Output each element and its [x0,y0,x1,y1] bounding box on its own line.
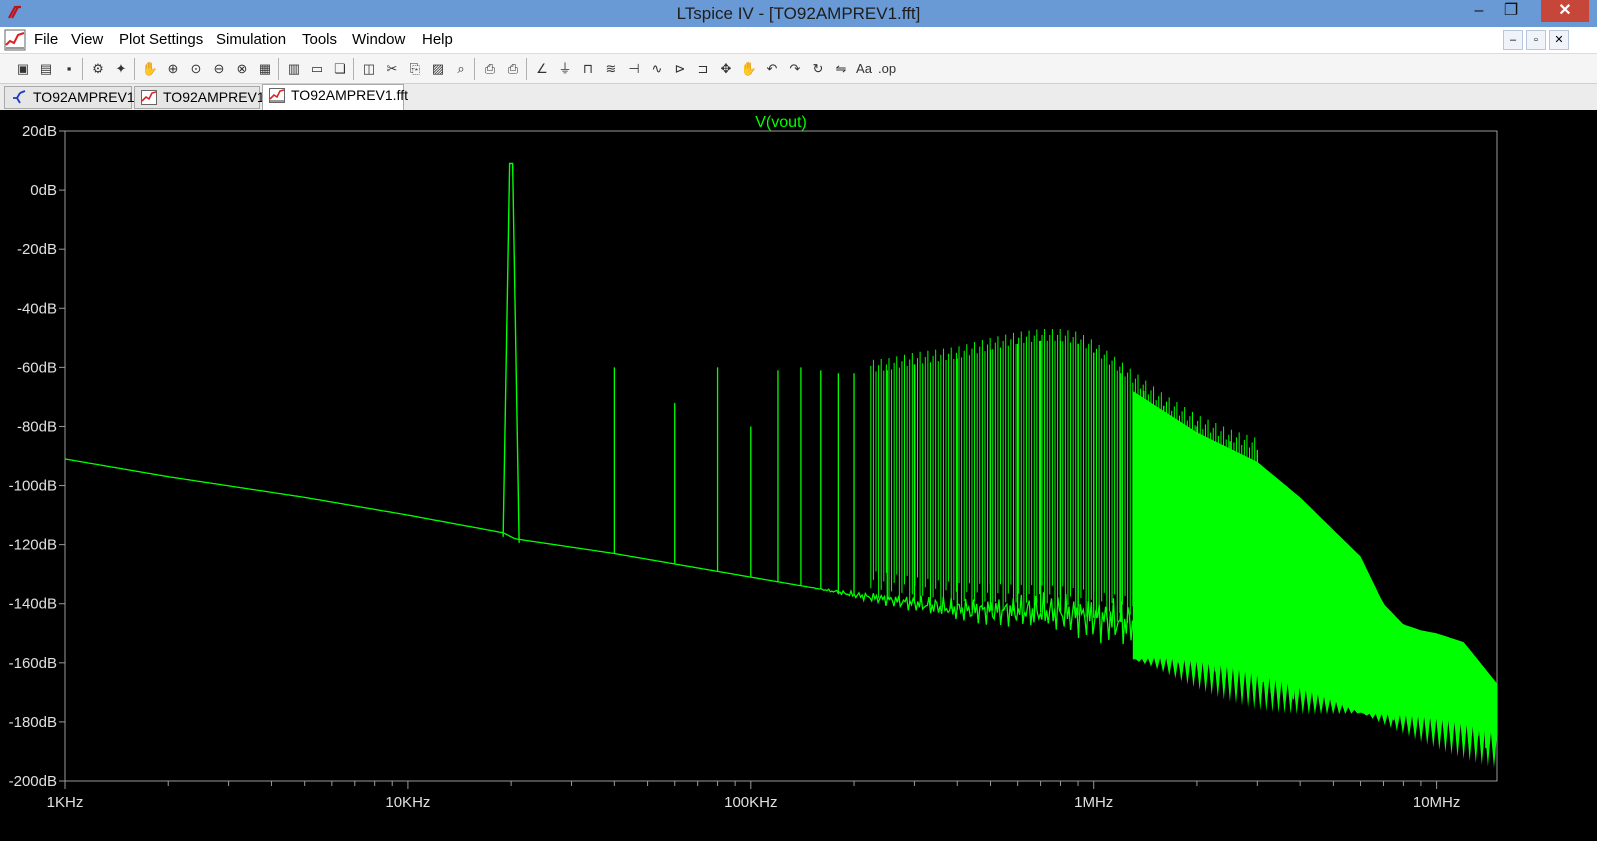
menu-view[interactable]: View [71,31,103,49]
tab-schematic[interactable]: TO92AMPREV1 [4,86,135,109]
x-tick-label: 1MHz [1074,794,1113,811]
document-tabs: TO92AMPREV1 TO92AMPREV1 TO92AMPREV1.fft [0,84,1597,110]
tab-label: TO92AMPREV1 [33,89,135,105]
menu-tools[interactable]: Tools [302,31,337,49]
zoom-full-icon[interactable]: ⊗ [233,60,251,78]
menu-window[interactable]: Window [352,31,405,49]
tab-label: TO92AMPREV1 [163,89,265,105]
child-restore-button[interactable]: ▫ [1526,30,1546,50]
autorange-icon[interactable]: ▦ [256,60,274,78]
rotate-icon[interactable]: ↻ [809,60,827,78]
y-tick-label: -200dB [9,773,57,790]
title-bar: LTspice IV - [TO92AMPREV1.fft] – ❐ ✕ [0,0,1597,27]
toolbar-separator [134,58,135,80]
zoom-out-icon[interactable]: ⊖ [210,60,228,78]
y-tick-label: -80dB [17,418,57,435]
ground-icon[interactable]: ⏚ [556,60,574,78]
halt-icon[interactable]: ✋ [141,60,159,78]
grid-icon[interactable]: ▥ [285,60,303,78]
tab-label: TO92AMPREV1.fft [291,87,408,103]
waveform-plot-pane[interactable]: 20dB 0dB -20dB -40dB -60dB -80dB -100dB -120dB -… [0,110,1597,841]
paste-icon[interactable]: ▨ [429,60,447,78]
mirror-icon[interactable]: ⇋ [832,60,850,78]
toolbar-separator [353,58,354,80]
menu-help[interactable]: Help [422,31,453,49]
control-panel-icon[interactable]: ⚙ [89,60,107,78]
y-tick-label: -60dB [17,359,57,376]
wire-icon[interactable]: ∠ [533,60,551,78]
toolbar: ▣ ▤ ▪ ⚙ ✦ ✋ ⊕ ⊙ ⊖ ⊗ ▦ ▥ ▭ ❏ ◫ ✂ ⎘ ▨ ⌕ ⎙ ⎙ ∠ ⏚ ⊓ ≋ ⊣ ∿ ⊳ ⊐ ✥ ✋ ↶ ↷ ↻ ⇋ Aa .op [0,53,1597,84]
chart-title: V(vout) [755,114,807,131]
copy-icon[interactable]: ⎘ [406,60,424,78]
zoom-pan-icon[interactable]: ⊙ [187,60,205,78]
tab-waveform[interactable]: TO92AMPREV1 [134,86,265,109]
open-icon[interactable]: ▤ [37,60,55,78]
toolbar-separator [278,58,279,80]
y-tick-label: -160dB [9,655,57,672]
child-close-button[interactable]: ✕ [1549,30,1569,50]
child-minimize-button[interactable]: – [1503,30,1523,50]
save-icon[interactable]: ▪ [60,60,78,78]
y-tick-label: -140dB [9,596,57,613]
toolbar-separator [526,58,527,80]
inductor-icon[interactable]: ∿ [648,60,666,78]
zoom-in-icon[interactable]: ⊕ [164,60,182,78]
menu-file[interactable]: File [34,31,58,49]
fundamental-peak [502,162,520,543]
x-tick-label: 10KHz [385,794,430,811]
diode-icon[interactable]: ⊳ [671,60,689,78]
capacitor-icon[interactable]: ⊣ [625,60,643,78]
x-tick-label: 1KHz [47,794,84,811]
undo-icon[interactable]: ↶ [763,60,781,78]
component-icon[interactable]: ⊐ [694,60,712,78]
menu-bar: File View Plot Settings Simulation Tools… [0,27,1597,53]
tile-vertical-icon[interactable]: ◫ [360,60,378,78]
maximize-button[interactable]: ❐ [1496,0,1526,22]
label-icon[interactable]: ⊓ [579,60,597,78]
tab-fft[interactable]: TO92AMPREV1.fft [262,84,408,110]
resistor-icon[interactable]: ≋ [602,60,620,78]
print-preview-icon[interactable]: ⎙ [481,60,499,78]
run-icon[interactable]: ✦ [112,60,130,78]
y-tick-label: 20dB [22,123,57,140]
find-icon[interactable]: ⌕ [452,60,470,78]
redo-icon[interactable]: ↷ [786,60,804,78]
y-tick-label: -100dB [9,478,57,495]
minimize-button[interactable]: – [1464,0,1494,22]
drag-icon[interactable]: ✋ [740,60,758,78]
menu-simulation[interactable]: Simulation [216,31,286,49]
y-tick-label: -120dB [9,537,57,554]
spice-directive-icon[interactable]: .op [878,60,896,78]
y-tick-label: 0dB [30,182,57,199]
close-button[interactable]: ✕ [1541,0,1589,22]
waveform-icon [141,90,157,105]
y-tick-label: -40dB [17,300,57,317]
print-icon[interactable]: ⎙ [504,60,522,78]
schematic-icon [11,90,27,105]
x-tick-label: 100KHz [724,794,777,811]
toolbar-separator [474,58,475,80]
new-schematic-icon[interactable]: ▣ [14,60,32,78]
move-icon[interactable]: ✥ [717,60,735,78]
tile-horizontal-icon[interactable]: ▭ [308,60,326,78]
fft-chart[interactable]: 20dB 0dB -20dB -40dB -60dB -80dB -100dB -120dB -… [0,110,1597,841]
text-icon[interactable]: Aa [855,60,873,78]
cascade-icon[interactable]: ❏ [331,60,349,78]
x-tick-label: 10MHz [1413,794,1461,811]
cut-icon[interactable]: ✂ [383,60,401,78]
menu-plot-settings[interactable]: Plot Settings [119,31,203,49]
fft-icon [269,88,285,103]
waveform-window-icon[interactable] [4,29,26,51]
y-tick-label: -20dB [17,241,57,258]
cursor-readout: x= 14.290KHz y= -17.553dB [0,827,151,841]
y-tick-label: -180dB [9,714,57,731]
toolbar-separator [82,58,83,80]
window-title: LTspice IV - [TO92AMPREV1.fft] [676,4,921,23]
